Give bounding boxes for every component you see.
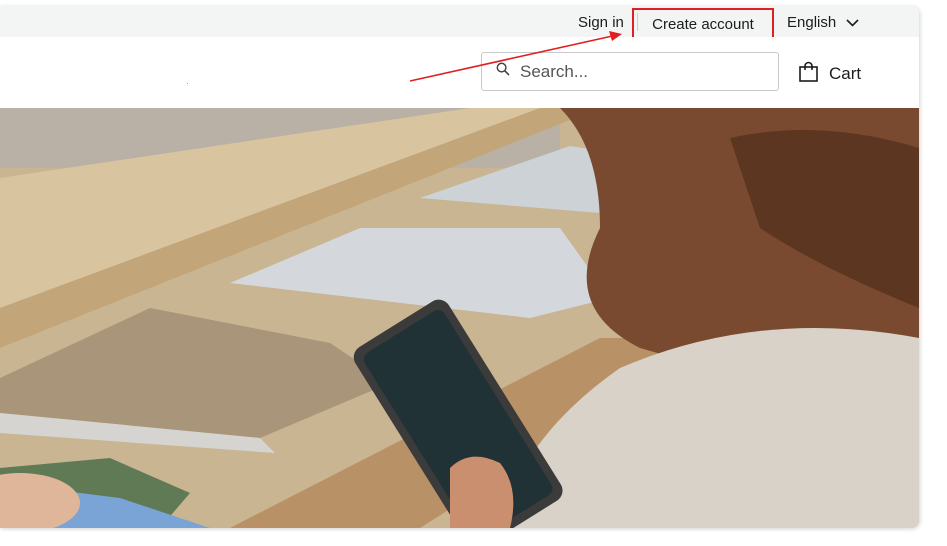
create-account-label: Create account [652, 15, 754, 33]
search-icon [482, 62, 510, 81]
utility-bar: Sign in Create account English [0, 6, 919, 40]
search-input[interactable] [518, 60, 762, 83]
logo-placeholder [187, 83, 188, 84]
site-header: Cart [0, 37, 919, 108]
search-box[interactable] [481, 52, 779, 91]
sign-in-link[interactable]: Sign in [578, 14, 624, 31]
create-account-link[interactable]: Create account [632, 8, 774, 40]
language-selector[interactable]: English [787, 14, 859, 31]
chevron-down-icon [846, 14, 859, 31]
browser-frame: Sign in Create account English Search...… [0, 6, 919, 528]
hero-banner [0, 108, 919, 528]
hero-photo [0, 108, 919, 528]
language-label: English [787, 14, 837, 31]
cart-label: Cart [829, 64, 862, 83]
shopping-bag-icon [799, 61, 818, 87]
cart-link[interactable]: Cart [799, 61, 861, 87]
